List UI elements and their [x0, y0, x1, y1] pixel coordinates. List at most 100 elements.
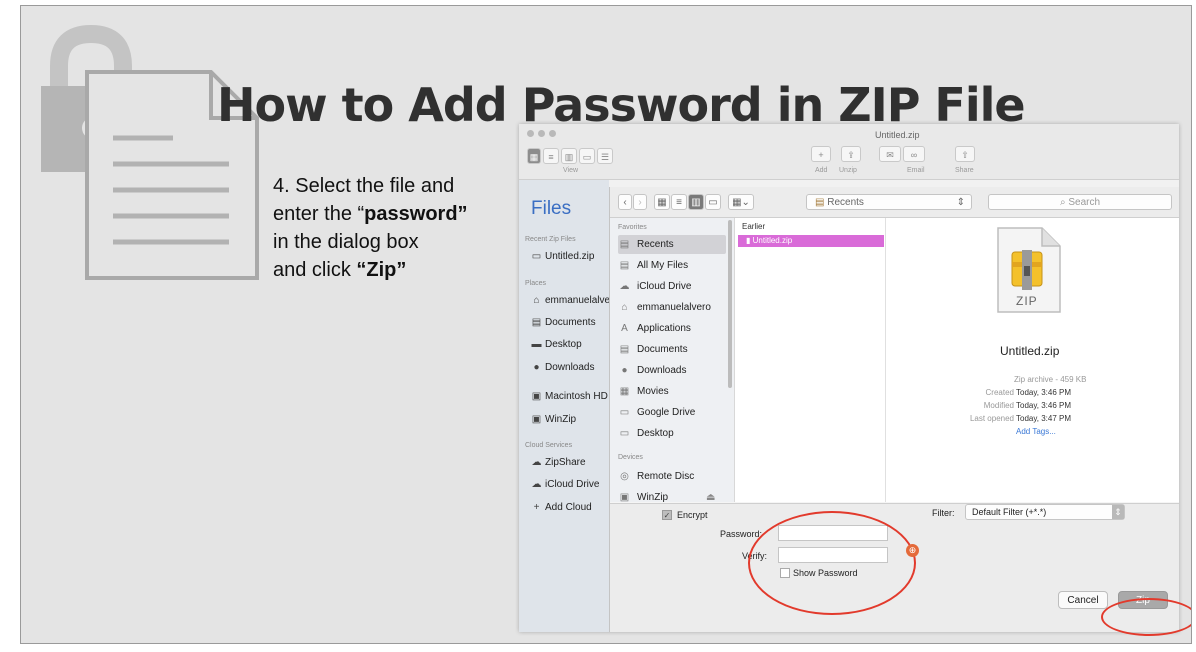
close-window-button[interactable]	[527, 130, 534, 137]
favorite-item-label: Downloads	[637, 365, 687, 376]
device-item-remote-disc[interactable]: ◎ Remote Disc	[618, 467, 726, 486]
instructions: 4. Select the file and enter the “passwo…	[273, 172, 468, 284]
favorite-item-label: Desktop	[637, 428, 674, 439]
modified-value: Today, 3:46 PM	[1016, 401, 1071, 410]
cloud-icon: ☁	[531, 457, 542, 468]
minimize-window-button[interactable]	[538, 130, 545, 137]
sidebar-item-label: WinZip	[545, 414, 577, 425]
sidebar-item-winzip[interactable]: ▣ WinZip	[531, 414, 576, 425]
file-row-label: Untitled.zip	[752, 236, 793, 245]
folder-icon: ▭	[619, 428, 630, 439]
sidebar-item-zipshare[interactable]: ☁ ZipShare	[531, 457, 586, 468]
forward-icon[interactable]: ›	[633, 194, 647, 210]
clock-icon: ▤	[619, 239, 630, 250]
favorite-item-label: All My Files	[637, 260, 689, 271]
email-icon[interactable]: ✉	[879, 146, 901, 162]
view-grid-icon[interactable]: ▦	[527, 148, 541, 164]
lock-document-icon	[41, 24, 259, 280]
search-input[interactable]: ⌕ Search	[988, 194, 1172, 210]
filter-label: Filter:	[932, 508, 955, 518]
zip-file-icon: ▮	[746, 236, 753, 245]
recents-folder-icon: ▤	[815, 197, 828, 208]
unzip-icon[interactable]: ⇪	[841, 146, 861, 162]
cursor-target-icon: ⊕	[906, 544, 919, 557]
encrypt-checkbox[interactable]: ✓	[662, 510, 672, 520]
document-icon: ▤	[531, 317, 542, 328]
favorite-item-all-my-files[interactable]: ▤ All My Files	[618, 256, 726, 275]
favorite-item-applications[interactable]: A Applications	[618, 319, 726, 338]
sidebar-item-desktop[interactable]: ▬ Desktop	[531, 339, 582, 350]
view-list-icon[interactable]: ≡	[543, 148, 559, 164]
icon-view-icon[interactable]: ▦	[654, 194, 670, 210]
sidebar-item-macintosh-hd[interactable]: ▣ Macintosh HD	[531, 391, 608, 402]
favorite-item-label: Movies	[637, 386, 669, 397]
favorite-item-downloads[interactable]: ● Downloads	[618, 361, 726, 380]
instruction-emphasis-zip: “Zip”	[356, 259, 407, 281]
sidebar-item-downloads[interactable]: ● Downloads	[531, 362, 594, 373]
modified-label: Modified	[983, 401, 1014, 410]
files-sidebar: Files Recent Zip Files ▭ Untitled.zip Pla…	[519, 180, 619, 632]
home-icon: ⌂	[621, 302, 628, 313]
add-label: Add	[815, 167, 828, 174]
sidebar-item-icloud-drive[interactable]: ☁ iCloud Drive	[531, 479, 600, 490]
recent-zip-files-header: Recent Zip Files	[525, 236, 576, 243]
places-header: Places	[525, 280, 547, 287]
window-title: Untitled.zip	[875, 130, 920, 140]
instruction-text: and click	[273, 259, 357, 281]
password-highlight-circle	[748, 511, 916, 615]
device-item-label: WinZip	[637, 492, 669, 503]
coverflow-view-icon[interactable]: ▭	[705, 194, 721, 210]
sidebar-item-untitled-zip[interactable]: ▭ Untitled.zip	[531, 251, 595, 262]
list-view-icon[interactable]: ≡	[671, 194, 687, 210]
favorite-item-movies[interactable]: ▦ Movies	[618, 382, 726, 401]
filter-dropdown[interactable]: Default Filter (+*.*) ⇕	[965, 504, 1125, 520]
instruction-text: enter the “	[273, 203, 365, 225]
sidebar-item-add-cloud[interactable]: + Add Cloud	[531, 502, 592, 513]
preview-filename: Untitled.zip	[1000, 344, 1060, 358]
favorite-item-home[interactable]: ⌂ emmanuelalvero	[618, 298, 726, 317]
share-label: Share	[955, 167, 974, 174]
add-tags-link[interactable]: Add Tags...	[1016, 427, 1056, 436]
favorite-item-desktop[interactable]: ▭ Desktop	[618, 424, 726, 443]
favorite-item-icloud-drive[interactable]: ☁ iCloud Drive	[618, 277, 726, 296]
favorite-item-recents[interactable]: ▤ Recents	[618, 235, 726, 254]
location-popup[interactable]: ▤ Recents ⇕	[806, 194, 972, 210]
view-columns-icon[interactable]: ▥	[561, 148, 577, 164]
sidebar-item-label: Downloads	[545, 362, 595, 373]
instruction-line-4: and click “Zip”	[273, 256, 468, 284]
cloud-icon: ☁	[531, 479, 542, 490]
favorites-scrollbar[interactable]	[728, 220, 732, 388]
sidebar-item-label: emmanuelalvero	[545, 295, 619, 306]
column-view-icon[interactable]: ▥	[688, 194, 704, 210]
location-label: Recents	[827, 197, 864, 208]
view-tree-icon[interactable]: ☰	[597, 148, 613, 164]
sidebar-item-label: Untitled.zip	[545, 251, 595, 262]
window-toolbar: Untitled.zip ▦ ≡ ▥ ▭ ☰ View + Add ⇪ Unzi…	[519, 124, 1179, 180]
favorite-item-google-drive[interactable]: ▭ Google Drive	[618, 403, 726, 422]
favorite-item-label: Google Drive	[637, 407, 696, 418]
file-row-untitled-zip[interactable]: ▮ Untitled.zip	[738, 235, 884, 247]
view-coverflow-icon[interactable]: ▭	[579, 148, 595, 164]
filter-value: Default Filter (+*.*)	[972, 507, 1047, 517]
link-icon[interactable]: ∞	[903, 146, 925, 162]
disc-icon: ◎	[620, 471, 629, 482]
download-icon: ●	[533, 362, 540, 373]
folder-icon: ▭	[619, 407, 630, 418]
home-icon: ⌂	[533, 295, 540, 306]
sidebar-item-documents[interactable]: ▤ Documents	[531, 317, 596, 328]
add-icon[interactable]: +	[811, 146, 831, 162]
instruction-line-2: enter the “password”	[273, 200, 468, 228]
arrange-icon[interactable]: ▦⌄	[728, 194, 754, 210]
device-item-label: Remote Disc	[637, 471, 695, 482]
zoom-window-button[interactable]	[549, 130, 556, 137]
unzip-label: Unzip	[839, 167, 857, 174]
slide: How to Add Password in ZIP File 4. Selec…	[20, 5, 1192, 644]
favorite-item-label: iCloud Drive	[637, 281, 692, 292]
share-icon[interactable]: ⇧	[955, 146, 975, 162]
sidebar-item-home[interactable]: ⌂ emmanuelalvero	[531, 295, 619, 306]
favorite-item-label: Documents	[637, 344, 688, 355]
last-opened-value: Today, 3:47 PM	[1016, 414, 1071, 423]
back-icon[interactable]: ‹	[618, 194, 632, 210]
cancel-button[interactable]: Cancel	[1058, 591, 1108, 609]
favorite-item-documents[interactable]: ▤ Documents	[618, 340, 726, 359]
